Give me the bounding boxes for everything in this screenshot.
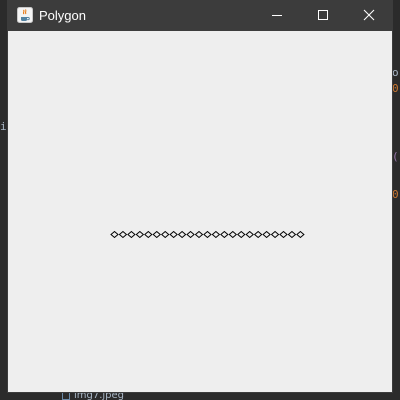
maximize-button[interactable] <box>300 0 346 31</box>
diamond-icon <box>118 230 128 239</box>
diamond-icon <box>160 230 170 239</box>
diamond-icon <box>262 230 271 239</box>
close-button[interactable] <box>346 0 392 31</box>
diamond-icon <box>211 230 221 239</box>
window-title: Polygon <box>39 8 86 23</box>
diamond-icon <box>110 230 119 239</box>
diamond-icon <box>203 230 212 239</box>
diamond-icon <box>296 230 305 239</box>
file-icon <box>62 392 70 400</box>
title-bar[interactable]: Polygon <box>8 0 392 31</box>
background-code-fragment: 0 <box>392 82 399 95</box>
diamond-icon <box>220 230 229 239</box>
background-code-fragment: i <box>0 120 7 133</box>
diamond-icon <box>152 230 162 239</box>
minimize-button[interactable] <box>254 0 300 31</box>
diamond-icon <box>127 230 136 239</box>
diamond-icon <box>279 230 288 239</box>
diamond-icon <box>144 230 153 239</box>
background-code-fragment: 0 <box>392 188 399 201</box>
background-code-fragment: ( <box>392 150 399 163</box>
diamond-icon <box>194 230 204 239</box>
polygon-drawing <box>110 230 305 239</box>
maximize-icon <box>317 6 329 25</box>
diamond-icon <box>135 230 145 239</box>
diamond-icon <box>287 230 297 239</box>
close-icon <box>363 6 375 25</box>
diamond-icon <box>186 230 195 239</box>
diamond-icon <box>253 230 263 239</box>
diamond-icon <box>177 230 187 239</box>
diamond-icon <box>228 230 238 239</box>
diamond-icon <box>169 230 178 239</box>
java-cup-icon <box>17 7 33 23</box>
diamond-icon <box>245 230 254 239</box>
background-code-fragment: o <box>392 66 399 79</box>
polygon-window: Polygon <box>8 0 392 392</box>
minimize-icon <box>271 6 283 25</box>
drawing-canvas[interactable] <box>8 31 392 392</box>
diamond-icon <box>270 230 280 239</box>
diamond-icon <box>236 230 246 239</box>
